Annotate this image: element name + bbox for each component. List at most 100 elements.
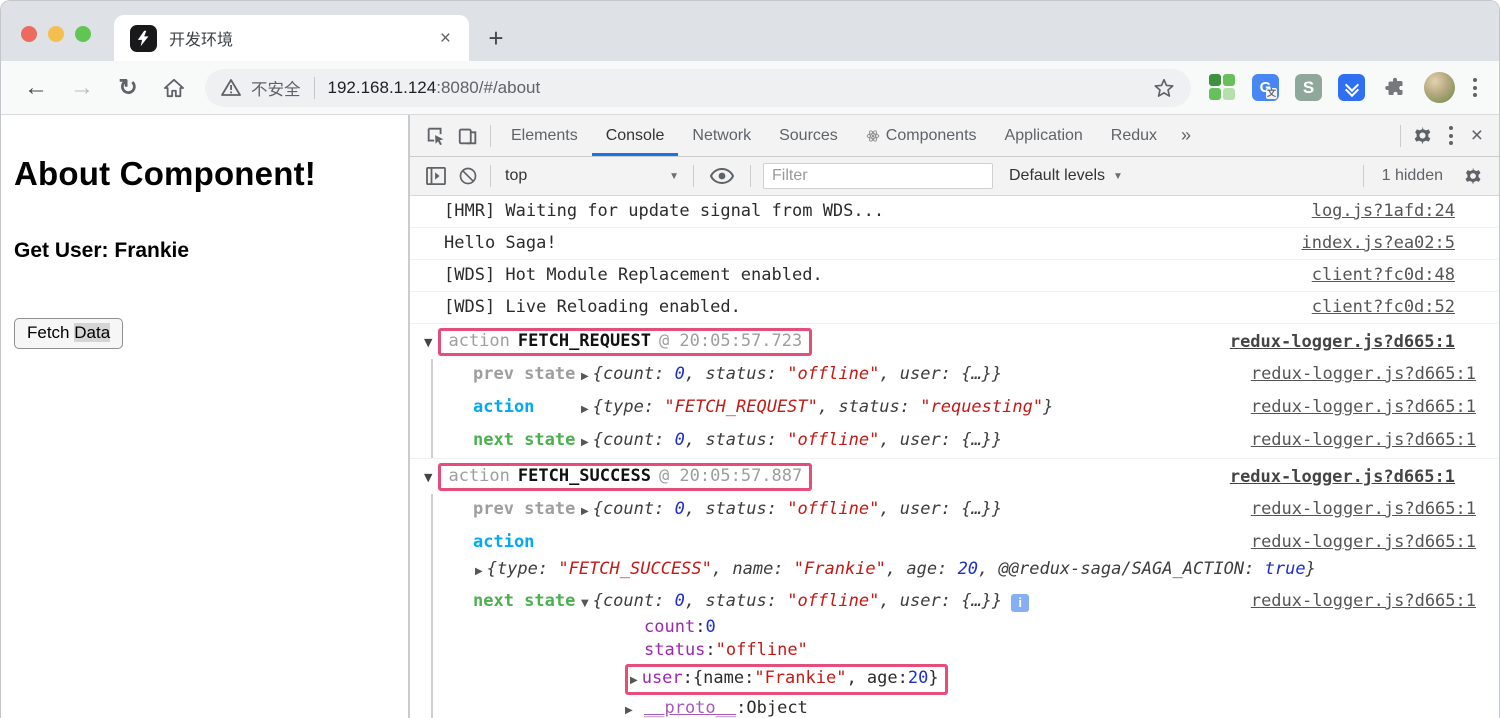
new-tab-button[interactable]: +	[479, 21, 513, 55]
prev-state-row: prev state ▶ {count: 0, status: "offline…	[433, 359, 1499, 392]
address-bar[interactable]: 不安全 192.168.1.124 :8080/#/about	[205, 68, 1191, 107]
reload-icon[interactable]: ↻	[111, 71, 145, 105]
devtools-panel: Elements Console Network Sources Compone…	[410, 115, 1499, 718]
source-link[interactable]: redux-logger.js?d665:1	[1231, 591, 1476, 612]
collapse-triangle-icon[interactable]: ▼	[581, 593, 589, 614]
source-link[interactable]: client?fc0d:48	[1292, 265, 1455, 286]
source-link[interactable]: redux-logger.js?d665:1	[1210, 467, 1455, 488]
highlight-annotation-box: action FETCH_REQUEST @ 20:05:57.723	[438, 328, 813, 356]
more-tabs-icon[interactable]: »	[1171, 125, 1201, 146]
expand-triangle-icon[interactable]: ▶	[581, 432, 589, 453]
console-message: Hello Saga! index.js?ea02:5	[410, 227, 1499, 259]
minimize-window-button[interactable]	[48, 26, 64, 42]
divider	[490, 165, 491, 187]
tab-close-icon[interactable]: ×	[436, 27, 455, 50]
tab-sources[interactable]: Sources	[765, 115, 852, 156]
chevrons-extension-icon[interactable]	[1338, 74, 1365, 101]
home-icon[interactable]	[157, 71, 191, 105]
source-link[interactable]: client?fc0d:52	[1292, 297, 1455, 318]
expand-triangle-icon[interactable]: ▶	[625, 705, 633, 716]
devtools-tabbar: Elements Console Network Sources Compone…	[410, 115, 1499, 157]
collapse-triangle-icon[interactable]: ▼	[424, 467, 432, 488]
log-levels-dropdown[interactable]: Default levels ▼	[999, 167, 1133, 185]
source-link[interactable]: redux-logger.js?d665:1	[1231, 364, 1476, 385]
devtools-menu-icon[interactable]	[1439, 126, 1463, 145]
back-icon[interactable]: ←	[19, 71, 53, 105]
filter-input[interactable]	[763, 163, 993, 189]
tree-property-proto: ▶ __proto__: Object	[625, 698, 808, 718]
expand-triangle-icon[interactable]: ▶	[581, 399, 589, 420]
next-state-row-expanded: next state ▼ {count: 0, status: "offline…	[433, 586, 1499, 718]
security-label[interactable]: 不安全	[251, 76, 301, 100]
favicon-icon	[130, 24, 157, 52]
profile-avatar[interactable]	[1424, 72, 1455, 103]
group-header[interactable]: ▼ action FETCH_REQUEST @ 20:05:57.723 re…	[410, 323, 1499, 359]
console-messages: [HMR] Waiting for update signal from WDS…	[410, 196, 1499, 718]
context-selector[interactable]: top ▼	[497, 167, 687, 185]
not-secure-warning-icon[interactable]	[221, 78, 241, 97]
tree-property-count: count: 0	[644, 617, 716, 637]
console-sidebar-icon[interactable]	[420, 161, 452, 191]
divider	[693, 165, 694, 187]
console-message: [HMR] Waiting for update signal from WDS…	[444, 201, 1455, 222]
expand-triangle-icon[interactable]: ▶	[581, 366, 589, 387]
console-message: [WDS] Live Reloading enabled. client?fc0…	[410, 291, 1499, 323]
translate-extension-icon[interactable]: G 文	[1252, 74, 1279, 101]
browser-tab[interactable]: 开发环境 ×	[114, 15, 469, 61]
forward-icon[interactable]: →	[65, 71, 99, 105]
tab-console[interactable]: Console	[591, 115, 679, 156]
highlight-annotation-box: ▶ user: {name: "Frankie", age: 20}	[625, 664, 948, 695]
tab-redux[interactable]: Redux	[1097, 115, 1171, 156]
inspect-element-icon[interactable]	[420, 121, 452, 151]
source-link[interactable]: redux-logger.js?d665:1	[1231, 499, 1476, 520]
action-row: action redux-logger.js?d665:1 ▶ {type: "…	[433, 527, 1499, 586]
get-user-text: Get User: Frankie	[14, 239, 190, 262]
console-settings-gear-icon[interactable]	[1457, 161, 1489, 191]
omnibox-divider	[313, 76, 315, 99]
object-tree: count: 0 status: "offline" ▶ user: {name…	[625, 614, 1476, 718]
device-toolbar-icon[interactable]	[452, 121, 484, 151]
divider	[1399, 124, 1401, 147]
source-link[interactable]: redux-logger.js?d665:1	[1231, 532, 1476, 553]
puzzle-extensions-icon[interactable]	[1381, 74, 1408, 101]
clear-console-icon[interactable]	[452, 161, 484, 191]
source-link[interactable]: redux-logger.js?d665:1	[1231, 430, 1476, 451]
chevron-down-icon: ▼	[669, 170, 679, 182]
expand-triangle-icon[interactable]: ▶	[475, 561, 483, 582]
tab-components[interactable]: Components	[852, 115, 991, 156]
source-link[interactable]: redux-logger.js?d665:1	[1210, 332, 1455, 353]
tab-application[interactable]: Application	[991, 115, 1097, 156]
close-window-button[interactable]	[21, 26, 37, 42]
tab-title: 开发环境	[169, 32, 234, 49]
browser-window: 开发环境 × + ← → ↻ 不安全 192.168.1.124 :8080/#…	[0, 0, 1500, 718]
console-message: [WDS] Hot Module Replacement enabled. cl…	[410, 259, 1499, 291]
s-extension-icon[interactable]: S	[1295, 74, 1322, 101]
source-link[interactable]: redux-logger.js?d665:1	[1231, 397, 1476, 418]
devtools-settings-gear-icon[interactable]	[1407, 121, 1439, 151]
live-expression-eye-icon[interactable]	[700, 168, 744, 184]
traffic-lights	[21, 26, 91, 42]
collapse-triangle-icon[interactable]: ▼	[424, 332, 432, 353]
grid-extension-icon[interactable]	[1209, 74, 1236, 101]
source-link[interactable]: log.js?1afd:24	[1292, 201, 1455, 222]
expand-triangle-icon[interactable]: ▶	[581, 501, 589, 522]
fetch-data-button[interactable]: Fetch Data	[14, 318, 124, 349]
divider	[750, 165, 751, 187]
prev-state-row: prev state ▶ {count: 0, status: "offline…	[433, 494, 1499, 527]
expand-triangle-icon[interactable]: ▶	[630, 669, 638, 692]
chevron-down-icon: ▼	[1113, 170, 1123, 182]
console-toolbar: top ▼ Default levels ▼ 1 hidden	[410, 157, 1499, 196]
devtools-close-icon[interactable]: ×	[1463, 124, 1491, 148]
tab-network[interactable]: Network	[678, 115, 765, 156]
bookmark-star-icon[interactable]	[1147, 77, 1181, 99]
browser-menu-icon[interactable]	[1463, 78, 1487, 97]
source-link[interactable]: index.js?ea02:5	[1281, 233, 1455, 254]
tab-elements[interactable]: Elements	[497, 115, 592, 156]
page-title: About Component!	[14, 155, 316, 192]
zoom-window-button[interactable]	[75, 26, 91, 42]
hidden-messages-count: 1 hidden	[1381, 167, 1443, 184]
group-header[interactable]: ▼ action FETCH_SUCCESS @ 20:05:57.887 re…	[410, 458, 1499, 494]
divider	[1362, 165, 1364, 187]
action-row: action ▶ {type: "FETCH_REQUEST", status:…	[433, 392, 1499, 425]
tree-property-status: status: "offline"	[644, 640, 808, 660]
